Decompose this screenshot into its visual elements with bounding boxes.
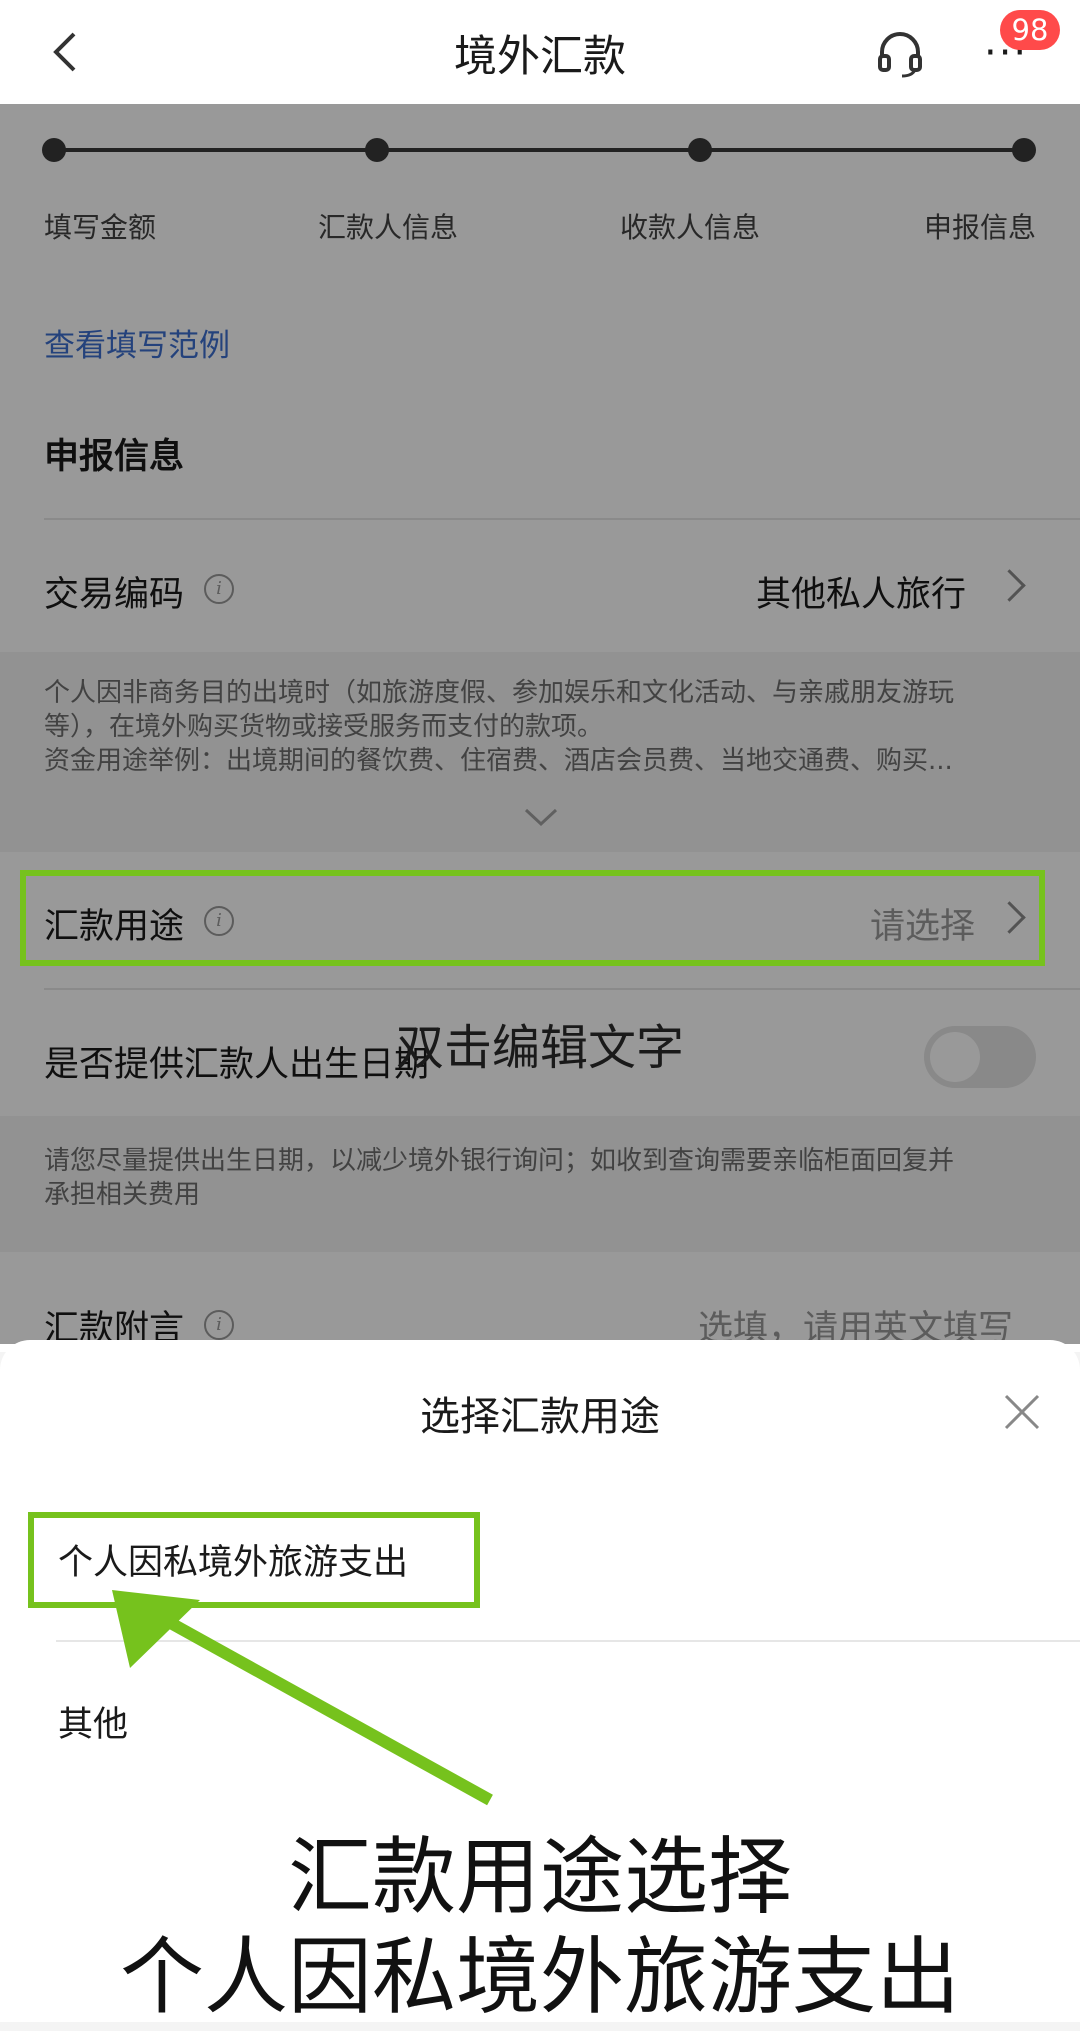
message-count-badge: 98 [1000, 10, 1060, 50]
annotation-arrow-icon [112, 1590, 493, 1806]
caption-line-2: 个人因私境外旅游支出 [119, 1928, 960, 2026]
sheet-title: 选择汇款用途 [420, 1394, 660, 1440]
modal-backdrop[interactable] [0, 104, 1080, 1344]
purpose-highlight-box [20, 870, 1045, 966]
edit-text-hint: 双击编辑文字 [395, 1020, 684, 1076]
close-icon[interactable] [1000, 1390, 1044, 1434]
customer-service-icon[interactable] [876, 28, 924, 78]
